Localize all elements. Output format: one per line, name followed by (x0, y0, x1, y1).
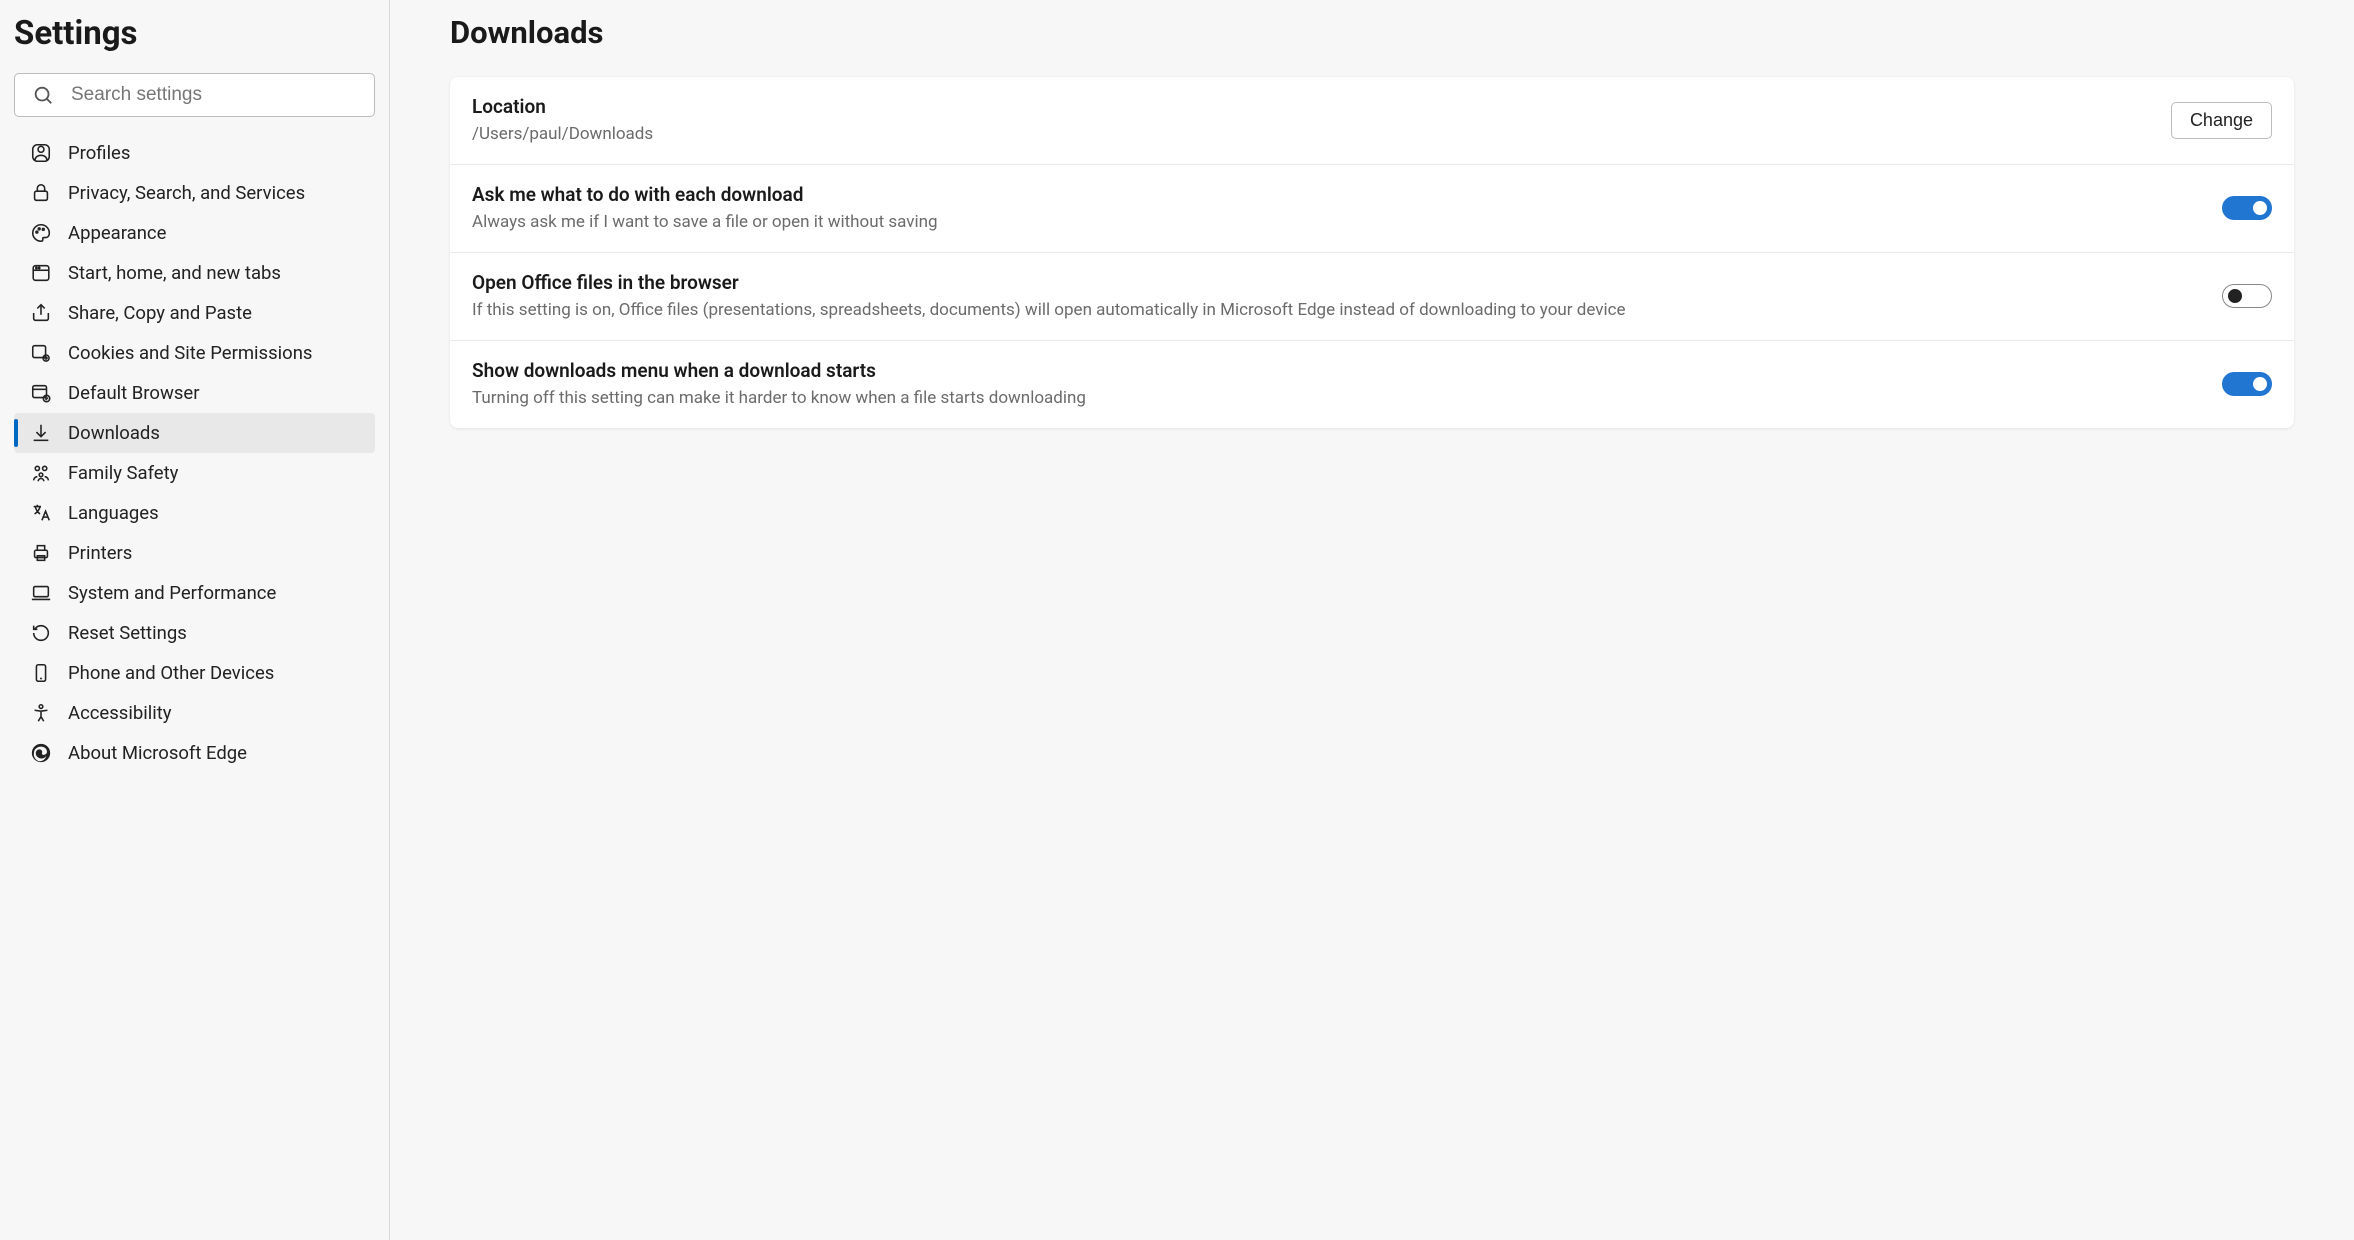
languages-icon (30, 502, 52, 524)
sidebar-title: Settings (14, 14, 375, 53)
change-button[interactable]: Change (2171, 102, 2272, 139)
office-toggle[interactable] (2222, 284, 2272, 308)
sidebar-item-label: Reset Settings (68, 622, 187, 644)
sidebar-item-accessibility[interactable]: Accessibility (14, 693, 375, 733)
sidebar-item-reset[interactable]: Reset Settings (14, 613, 375, 653)
sidebar-item-phone[interactable]: Phone and Other Devices (14, 653, 375, 693)
sidebar-item-label: Languages (68, 502, 159, 524)
sidebar-item-cookies[interactable]: Cookies and Site Permissions (14, 333, 375, 373)
laptop-icon (30, 582, 52, 604)
search-wrapper (14, 73, 375, 117)
ask-text: Ask me what to do with each download Alw… (472, 183, 2198, 234)
accessibility-icon (30, 702, 52, 724)
location-path: /Users/paul/Downloads (472, 123, 2147, 146)
reset-icon (30, 622, 52, 644)
sidebar-item-printers[interactable]: Printers (14, 533, 375, 573)
sidebar-item-start[interactable]: Start, home, and new tabs (14, 253, 375, 293)
browser-check-icon (30, 382, 52, 404)
sidebar-item-label: Cookies and Site Permissions (68, 342, 312, 364)
sidebar-item-privacy[interactable]: Privacy, Search, and Services (14, 173, 375, 213)
sidebar-item-system[interactable]: System and Performance (14, 573, 375, 613)
sidebar-item-label: System and Performance (68, 582, 276, 604)
location-title: Location (472, 95, 2147, 118)
menu-toggle[interactable] (2222, 372, 2272, 396)
sidebar-item-downloads[interactable]: Downloads (14, 413, 375, 453)
sidebar-item-share[interactable]: Share, Copy and Paste (14, 293, 375, 333)
sidebar-item-label: Printers (68, 542, 132, 564)
office-text: Open Office files in the browser If this… (472, 271, 2198, 322)
sidebar-item-label: Profiles (68, 142, 130, 164)
page-title: Downloads (450, 14, 2294, 51)
share-icon (30, 302, 52, 324)
profile-icon (30, 142, 52, 164)
office-row: Open Office files in the browser If this… (450, 253, 2294, 341)
edge-icon (30, 742, 52, 764)
menu-text: Show downloads menu when a download star… (472, 359, 2198, 410)
palette-icon (30, 222, 52, 244)
sidebar: Settings Profiles Privacy, Search, and S… (0, 0, 390, 1240)
nav-list: Profiles Privacy, Search, and Services A… (14, 133, 375, 773)
ask-row: Ask me what to do with each download Alw… (450, 165, 2294, 253)
ask-toggle[interactable] (2222, 196, 2272, 220)
sidebar-item-label: Start, home, and new tabs (68, 262, 281, 284)
ask-desc: Always ask me if I want to save a file o… (472, 211, 2198, 234)
sidebar-item-languages[interactable]: Languages (14, 493, 375, 533)
sidebar-item-label: Downloads (68, 422, 160, 444)
cookies-icon (30, 342, 52, 364)
sidebar-item-profiles[interactable]: Profiles (14, 133, 375, 173)
location-row: Location /Users/paul/Downloads Change (450, 77, 2294, 165)
menu-row: Show downloads menu when a download star… (450, 341, 2294, 428)
sidebar-item-label: Default Browser (68, 382, 199, 404)
sidebar-item-label: Family Safety (68, 462, 178, 484)
sidebar-item-label: About Microsoft Edge (68, 742, 247, 764)
sidebar-item-label: Privacy, Search, and Services (68, 182, 305, 204)
main-content: Downloads Location /Users/paul/Downloads… (390, 0, 2354, 1240)
lock-icon (30, 182, 52, 204)
window-icon (30, 262, 52, 284)
search-icon (32, 84, 54, 106)
ask-title: Ask me what to do with each download (472, 183, 2198, 206)
sidebar-item-label: Phone and Other Devices (68, 662, 274, 684)
office-title: Open Office files in the browser (472, 271, 2198, 294)
sidebar-item-label: Share, Copy and Paste (68, 302, 252, 324)
location-text: Location /Users/paul/Downloads (472, 95, 2147, 146)
office-desc: If this setting is on, Office files (pre… (472, 299, 2198, 322)
sidebar-item-default-browser[interactable]: Default Browser (14, 373, 375, 413)
sidebar-item-label: Accessibility (68, 702, 172, 724)
sidebar-item-label: Appearance (68, 222, 166, 244)
sidebar-item-appearance[interactable]: Appearance (14, 213, 375, 253)
downloads-card: Location /Users/paul/Downloads Change As… (450, 77, 2294, 428)
family-icon (30, 462, 52, 484)
printer-icon (30, 542, 52, 564)
search-input[interactable] (14, 73, 375, 117)
sidebar-item-family[interactable]: Family Safety (14, 453, 375, 493)
sidebar-item-about[interactable]: About Microsoft Edge (14, 733, 375, 773)
phone-icon (30, 662, 52, 684)
menu-desc: Turning off this setting can make it har… (472, 387, 2198, 410)
menu-title: Show downloads menu when a download star… (472, 359, 2198, 382)
download-icon (30, 422, 52, 444)
